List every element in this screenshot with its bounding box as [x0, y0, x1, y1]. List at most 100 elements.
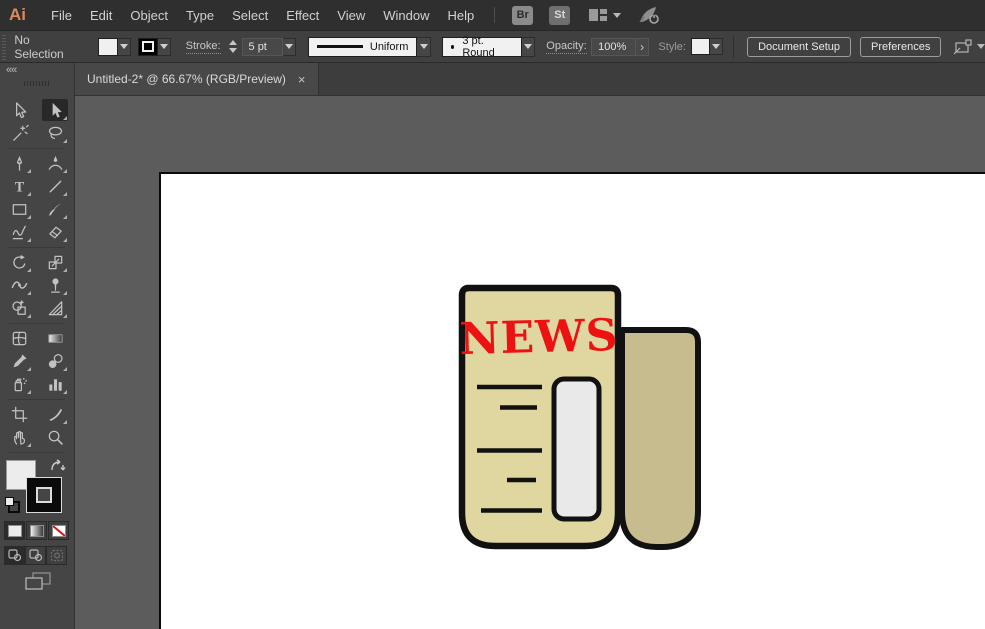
close-tab-icon[interactable]: × — [298, 73, 306, 86]
draw-inside-button[interactable] — [46, 546, 67, 565]
newspaper-illustration[interactable]: NEWS — [440, 270, 720, 560]
tool-width[interactable] — [6, 274, 32, 296]
stroke-weight-dropdown[interactable] — [283, 38, 297, 56]
draw-normal-icon — [8, 549, 22, 562]
chevron-down-icon — [613, 13, 621, 18]
stroke-color-control[interactable] — [27, 478, 61, 512]
menu-effect[interactable]: Effect — [277, 8, 328, 23]
tool-selection[interactable] — [6, 99, 32, 121]
menu-window[interactable]: Window — [374, 8, 438, 23]
fill-color-dropdown[interactable] — [118, 38, 132, 56]
stroke-color-dropdown[interactable] — [158, 38, 172, 56]
tool-direct-selection[interactable] — [42, 99, 68, 121]
brush-dot-icon — [451, 45, 455, 49]
tool-line-segment[interactable] — [42, 175, 68, 197]
swap-fill-stroke-icon[interactable] — [49, 458, 67, 474]
newspaper-photo-box[interactable] — [554, 379, 599, 519]
menu-object[interactable]: Object — [121, 8, 177, 23]
default-fill-stroke-icon[interactable] — [5, 497, 20, 513]
style-dropdown[interactable] — [710, 38, 724, 55]
workspace-switcher[interactable] — [588, 8, 621, 22]
menu-help[interactable]: Help — [438, 8, 483, 23]
preferences-button[interactable]: Preferences — [860, 37, 941, 57]
tool-column-graph[interactable] — [42, 373, 68, 395]
gpu-performance-button[interactable] — [637, 5, 661, 25]
tool-hand[interactable] — [6, 426, 32, 448]
artboard-tool-icon — [10, 405, 29, 424]
tool-blend[interactable] — [42, 350, 68, 372]
opacity-value[interactable]: 100% — [591, 38, 636, 56]
tool-pen[interactable] — [6, 152, 32, 174]
none-button[interactable] — [48, 521, 69, 540]
tool-artboard[interactable] — [6, 403, 32, 425]
tool-curvature[interactable] — [42, 152, 68, 174]
eraser-tool-icon — [46, 223, 65, 242]
tools-divider — [9, 323, 65, 324]
tool-shaper[interactable] — [6, 221, 32, 243]
tool-puppet-warp[interactable] — [42, 274, 68, 296]
tool-type[interactable]: T — [6, 175, 32, 197]
stroke-weight-label[interactable]: Stroke: — [186, 40, 221, 54]
tool-eyedropper[interactable] — [6, 350, 32, 372]
tool-gradient[interactable] — [42, 327, 68, 349]
menu-type[interactable]: Type — [177, 8, 223, 23]
tool-perspective-grid[interactable] — [42, 297, 68, 319]
tool-shape-builder[interactable] — [6, 297, 32, 319]
canvas-area[interactable]: NEWS — [75, 96, 985, 629]
gradient-button[interactable] — [26, 521, 47, 540]
document-setup-button[interactable]: Document Setup — [747, 37, 851, 57]
chevron-down-icon — [285, 44, 293, 49]
column-graph-tool-icon — [46, 375, 65, 394]
tool-rectangle[interactable] — [6, 198, 32, 220]
chevron-down-icon — [977, 44, 985, 49]
menu-select[interactable]: Select — [223, 8, 277, 23]
align-artboard-icon[interactable] — [952, 38, 972, 56]
tool-zoom[interactable] — [42, 426, 68, 448]
stroke-color-swatch[interactable] — [138, 38, 158, 56]
bridge-button[interactable]: Br — [512, 6, 533, 25]
change-screen-mode-icon[interactable] — [24, 571, 52, 591]
controlbar-grip[interactable] — [0, 31, 6, 62]
line-segment-tool-icon — [46, 177, 65, 196]
opacity-label[interactable]: Opacity: — [546, 40, 586, 54]
brush-definition[interactable]: 3 pt. Round — [442, 37, 522, 57]
newspaper-headline[interactable]: NEWS — [459, 310, 619, 365]
tool-symbol-sprayer[interactable] — [6, 373, 32, 395]
puppet-warp-pin-icon — [46, 276, 65, 295]
drawing-mode-buttons — [4, 546, 67, 565]
tool-eraser[interactable] — [42, 221, 68, 243]
document-tab-bar: Untitled-2* @ 66.67% (RGB/Preview) × — [75, 63, 985, 96]
menu-file[interactable]: File — [42, 8, 81, 23]
stroke-profile-icon — [317, 45, 363, 48]
slice-tool-icon — [46, 405, 65, 424]
draw-normal-button[interactable] — [4, 546, 25, 565]
brush-dropdown[interactable] — [522, 37, 536, 57]
style-label: Style: — [658, 41, 686, 53]
tool-slice[interactable] — [42, 403, 68, 425]
brush-value: 3 pt. Round — [462, 35, 513, 59]
color-button[interactable] — [4, 521, 25, 540]
tool-lasso[interactable] — [42, 122, 68, 144]
stroke-weight-stepper[interactable] — [229, 40, 237, 53]
draw-behind-button[interactable] — [25, 546, 46, 565]
collapse-panel-icon[interactable]: «« — [6, 64, 16, 76]
tool-magic-wand[interactable] — [6, 122, 32, 144]
tool-scale[interactable] — [42, 251, 68, 273]
stroke-weight-value[interactable]: 5 pt — [242, 38, 283, 56]
newspaper-back-page[interactable] — [622, 330, 698, 547]
style-swatch[interactable] — [691, 38, 709, 55]
variable-width-profile[interactable]: Uniform — [308, 37, 418, 57]
menu-edit[interactable]: Edit — [81, 8, 121, 23]
tool-paintbrush[interactable] — [42, 198, 68, 220]
stock-button[interactable]: St — [549, 6, 570, 25]
panel-grip[interactable] — [24, 81, 50, 86]
svg-text:T: T — [14, 179, 24, 195]
menu-view[interactable]: View — [328, 8, 374, 23]
variable-width-dropdown[interactable] — [417, 37, 431, 57]
tool-rotate[interactable] — [6, 251, 32, 273]
opacity-arrow-button[interactable]: › — [636, 38, 650, 56]
curvature-tool-icon — [46, 154, 65, 173]
document-tab[interactable]: Untitled-2* @ 66.67% (RGB/Preview) × — [75, 63, 319, 95]
tool-mesh[interactable] — [6, 327, 32, 349]
fill-color-swatch[interactable] — [98, 38, 118, 56]
